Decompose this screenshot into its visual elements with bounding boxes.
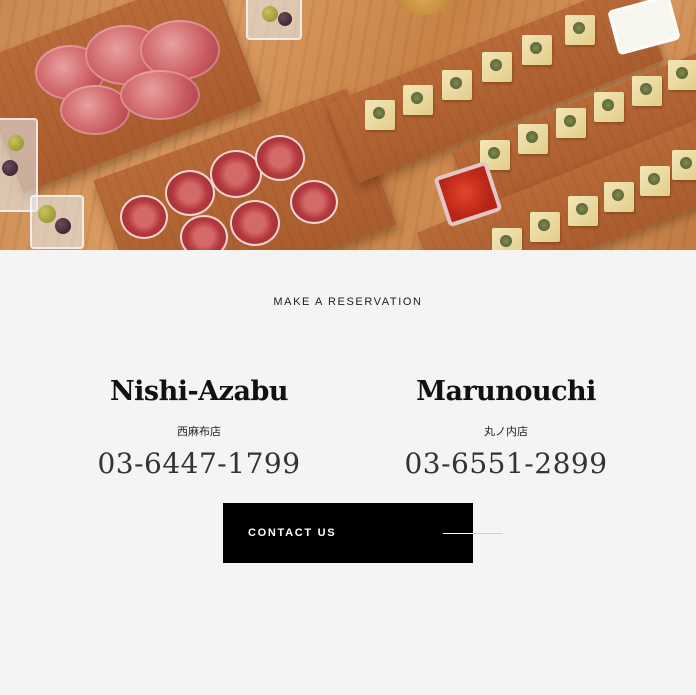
tortilla-cube: [565, 15, 595, 45]
location-name-jp: 西麻布店: [177, 425, 221, 438]
contact-us-button[interactable]: CONTACT US: [223, 503, 503, 563]
tortilla-cube: [522, 35, 552, 65]
salami-slice: [230, 200, 280, 246]
tortilla-cube: [518, 124, 548, 154]
tortilla-cube: [530, 212, 560, 242]
tortilla-cube: [442, 70, 472, 100]
phone-link[interactable]: 03-6551-2899: [404, 446, 607, 482]
drink-glass: [393, 0, 455, 15]
tortilla-cube: [556, 108, 586, 138]
tortilla-cube: [403, 85, 433, 115]
location-name: Nishi-Azabu: [109, 376, 289, 407]
reservation-heading: MAKE A RESERVATION: [273, 296, 423, 308]
location-name-jp: 丸ノ内店: [484, 425, 528, 438]
olive: [2, 160, 18, 176]
cream-dish: [607, 0, 681, 56]
phone-link[interactable]: 03-6447-1799: [97, 446, 300, 482]
tortilla-cube: [594, 92, 624, 122]
tortilla-cube: [604, 182, 634, 212]
tortilla-cube: [640, 166, 670, 196]
olive: [262, 6, 278, 22]
salami-slice: [120, 195, 168, 239]
tortilla-cube: [668, 60, 696, 90]
salami-slice: [165, 170, 215, 216]
olive: [8, 135, 24, 151]
tortilla-cube: [482, 52, 512, 82]
tortilla-cube: [568, 196, 598, 226]
hero-image: [0, 0, 696, 250]
tortilla-cube: [632, 76, 662, 106]
tortilla-cube: [672, 150, 696, 180]
location-marunouchi: Marunouchi 丸ノ内店 03-6551-2899: [386, 372, 626, 482]
ham-slice: [120, 70, 200, 120]
salami-slice: [255, 135, 305, 181]
location-nishi-azabu: Nishi-Azabu 西麻布店 03-6447-1799: [79, 372, 319, 482]
olive: [278, 12, 292, 26]
contact-us-label: CONTACT US: [248, 527, 337, 539]
tortilla-cube: [365, 100, 395, 130]
tortilla-cube: [492, 228, 522, 250]
olive: [38, 205, 56, 223]
arrow-line-icon: [443, 533, 503, 534]
location-name: Marunouchi: [416, 376, 596, 407]
page: MAKE A RESERVATION Nishi-Azabu 西麻布店 03-6…: [0, 0, 696, 695]
olive: [55, 218, 71, 234]
salami-slice: [290, 180, 338, 224]
